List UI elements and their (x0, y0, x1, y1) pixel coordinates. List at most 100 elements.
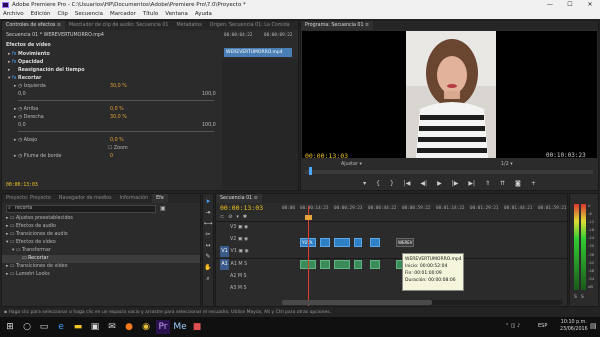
tab-media-browser[interactable]: Navegador de medios (55, 194, 116, 203)
menu-ayuda[interactable]: Ayuda (195, 10, 212, 19)
video-clip[interactable] (320, 238, 330, 247)
track-header-v1[interactable]: V1 V1 ▣ ◉ (220, 246, 282, 257)
tree-item[interactable]: ▾ ▭ Transformar (12, 247, 51, 255)
track-header-v3[interactable]: V3 ▣ ◉ (220, 222, 282, 233)
maximize-button[interactable]: ☐ (560, 0, 580, 10)
param-value[interactable]: 0 (110, 153, 113, 161)
expand-arrow-icon[interactable]: ▸ (8, 68, 10, 73)
source-patch-a1[interactable]: A1 (220, 259, 229, 270)
tree-item[interactable]: ▾ ▭ Efectos de vídeo (6, 239, 56, 247)
system-tray-icons[interactable]: ⌃ ◫ ♪ (505, 323, 520, 329)
expand-arrow-icon[interactable]: ▸ (14, 84, 16, 89)
notifications-icon[interactable]: ▤ (590, 322, 597, 330)
add-marker-icon[interactable]: ▾ (236, 213, 239, 221)
param-value[interactable]: 0,0 % (110, 137, 124, 145)
playhead-marker[interactable] (309, 167, 312, 175)
effect-row-crop[interactable]: ▾ fx Recortar (8, 75, 41, 83)
effect-row-motion[interactable]: ▸ fx Movimiento (8, 51, 50, 59)
eye-icon[interactable]: ◉ (242, 225, 248, 230)
video-clip[interactable] (334, 238, 350, 247)
video-clip-selected[interactable]: WEREV (396, 238, 414, 247)
tab-source[interactable]: Origen: Secuencia 01: La Comida (206, 21, 294, 30)
export-frame-icon[interactable]: ◙ (515, 177, 521, 190)
video-viewer[interactable] (302, 31, 597, 158)
audio-clip[interactable] (354, 260, 362, 269)
menu-archivo[interactable]: Archivo (3, 10, 24, 19)
track-header-v2[interactable]: V2 ▣ ◉ (220, 234, 282, 245)
fx-badge-icon[interactable]: fx (12, 76, 17, 81)
eye-icon[interactable]: ◉ (242, 237, 248, 242)
tree-item-selected[interactable]: ▭ Recortar (2, 255, 200, 263)
tree-item[interactable]: ▸ ▭ Lumetri Looks (6, 271, 50, 279)
solo-button[interactable]: S (244, 286, 247, 291)
step-back-icon[interactable]: ◀| (420, 177, 427, 190)
file-explorer-icon[interactable]: ▬ (71, 320, 85, 334)
video-clip[interactable] (370, 238, 380, 247)
tree-item[interactable]: ▸ ▭ Efectos de audio (6, 223, 56, 231)
step-forward-icon[interactable]: |▶ (452, 177, 459, 190)
menu-ventana[interactable]: Ventana (165, 10, 188, 19)
collapse-arrow-icon[interactable]: ▾ (8, 76, 10, 81)
effect-row-opacity[interactable]: ▸ fx Opacidad (8, 59, 43, 67)
search-icon[interactable]: ○ (20, 320, 34, 334)
param-value[interactable]: 30,0 % (110, 83, 127, 91)
add-button-icon[interactable]: + (531, 177, 536, 190)
task-view-icon[interactable]: ▭ (37, 320, 51, 334)
tree-item[interactable]: ▸ ▭ Transiciones de audio (6, 231, 68, 239)
video-clip[interactable] (354, 238, 362, 247)
premiere-icon[interactable]: Pr (156, 320, 170, 334)
stopwatch-icon[interactable]: ◷ (18, 154, 22, 159)
audio-clip[interactable] (320, 260, 330, 269)
clock[interactable]: 10:10 p.m. 23/06/2016 (560, 319, 588, 333)
solo-button[interactable]: S (244, 262, 247, 267)
track-header-a3[interactable]: A3 M S (220, 283, 282, 294)
timeline-scrollbar[interactable] (282, 300, 562, 305)
param-value[interactable]: 30,0 % (110, 114, 127, 122)
stopwatch-icon[interactable]: ◷ (18, 84, 22, 89)
stopwatch-icon[interactable]: ◷ (18, 107, 22, 112)
resolution-dropdown[interactable]: 1/2 ▾ (501, 161, 513, 169)
razor-tool-icon[interactable]: ✂ (203, 229, 213, 240)
program-timecode[interactable]: 00:00:13:03 (305, 152, 348, 160)
expand-arrow-icon[interactable]: ▸ (14, 115, 16, 120)
hand-tool-icon[interactable]: ✋ (203, 262, 213, 273)
mail-icon[interactable]: ✉ (105, 320, 119, 334)
wrench-icon[interactable]: ✱ (243, 213, 247, 221)
tab-program[interactable]: Programa: Secuencia 01 ≡ (301, 21, 374, 30)
lift-icon[interactable]: ⇑ (485, 177, 490, 190)
playhead-handle-icon[interactable] (305, 215, 312, 220)
expand-arrow-icon[interactable]: ▸ (14, 154, 16, 159)
windows-icon[interactable]: ⊞ (3, 320, 17, 334)
fx-badge-icon[interactable]: fx (12, 52, 17, 57)
checkbox-icon[interactable]: ☐ (108, 146, 112, 151)
tab-info[interactable]: Información (116, 194, 153, 203)
other-app-icon[interactable]: ■ (190, 320, 204, 334)
firefox-icon[interactable]: ● (122, 320, 136, 334)
language-indicator[interactable]: ESP (538, 323, 547, 329)
edge-icon[interactable]: e (54, 320, 68, 334)
effect-timeline-area[interactable] (222, 59, 298, 189)
mute-button[interactable]: M (238, 286, 242, 291)
menu-clip[interactable]: Clip (57, 10, 67, 19)
minimize-button[interactable]: — (540, 0, 560, 10)
tree-item[interactable]: ▸ ▭ Ajustes preestablecidos (6, 215, 73, 223)
fit-dropdown[interactable]: Ajustar ▾ (341, 161, 362, 169)
audio-clip[interactable] (370, 260, 380, 269)
timeline-timecode[interactable]: 00:00:13:03 (220, 204, 263, 212)
solo-left-button[interactable]: S (574, 295, 577, 300)
menu-marcador[interactable]: Marcador (110, 10, 136, 19)
eye-icon[interactable]: ◉ (243, 249, 248, 254)
fx-badge-icon[interactable]: fx (12, 60, 17, 65)
expand-arrow-icon[interactable]: ▸ (8, 60, 10, 65)
media-encoder-icon[interactable]: Me (173, 320, 187, 334)
tab-effects[interactable]: Efe (152, 194, 168, 203)
add-marker-icon[interactable]: ▾ (363, 177, 366, 190)
param-left-slider[interactable] (18, 100, 214, 101)
linked-selection-icon[interactable]: ⊘ (228, 213, 232, 221)
tab-effect-controls[interactable]: Controles de efectos ≡ (2, 21, 65, 30)
tab-audio-clip-mixer[interactable]: Mezclador de clip de audio: Secuencia 01 (65, 21, 173, 30)
effect-row-time-remapping[interactable]: ▸ Reasignación del tiempo (8, 67, 85, 75)
zoom-tool-icon[interactable]: ⌕ (203, 273, 213, 284)
extract-icon[interactable]: ⇈ (500, 177, 505, 190)
program-scrubber[interactable] (305, 167, 593, 175)
